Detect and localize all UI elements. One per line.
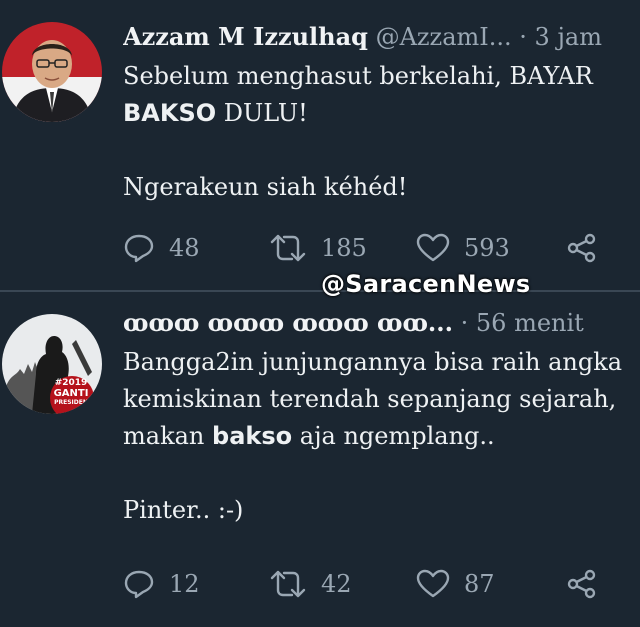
retweet-count: 185 <box>321 234 367 262</box>
bold-text: BAKSO <box>123 99 217 127</box>
timestamp[interactable]: 3 jam <box>535 23 602 51</box>
like-button[interactable]: 87 <box>416 569 495 599</box>
tweet-text: Bangga2in junjungannya bisa raih angka k… <box>123 344 636 529</box>
share-icon <box>567 569 596 599</box>
bold-text: bakso <box>212 422 293 450</box>
reply-count: 48 <box>169 234 200 262</box>
heart-icon <box>416 569 450 598</box>
retweet-button[interactable]: 185 <box>269 233 367 263</box>
tweet-header: Azzam M Izzulhaq @AzzamI... · 3 jam <box>123 22 632 51</box>
like-button[interactable]: 593 <box>416 233 510 263</box>
badge-year: #2019 <box>54 378 88 388</box>
tweet-line: Ngerakeun siah kéhéd! <box>123 173 408 201</box>
tweet-line: kemiskinan terendah sepanjang sejarah, <box>123 385 617 413</box>
text-span: DULU! <box>216 99 308 127</box>
display-name[interactable]: ꝏꝏꝏ ꝏꝏꝏ ꝏꝏꝏ ꝏꝏ... <box>123 308 453 337</box>
heart-icon <box>416 233 450 262</box>
tweet-line: BAKSO DULU! <box>123 95 636 132</box>
timestamp[interactable]: 56 menit <box>476 309 584 337</box>
tweet-text: Sebelum menghasut berkelahi, BAYAR BAKSO… <box>123 58 636 206</box>
tweet-header: ꝏꝏꝏ ꝏꝏꝏ ꝏꝏꝏ ꝏꝏ... · 56 menit <box>123 308 632 337</box>
tweet-actions: 48 185 593 <box>123 233 610 265</box>
share-button[interactable] <box>566 233 598 263</box>
tweet-1[interactable]: Azzam M Izzulhaq @AzzamI... · 3 jam Sebe… <box>0 0 640 290</box>
reply-button[interactable]: 12 <box>123 569 200 599</box>
tweet-line: makan bakso aja ngemplang.. <box>123 418 636 455</box>
retweet-count: 42 <box>321 570 352 598</box>
reply-icon <box>124 234 154 263</box>
retweet-icon <box>270 570 306 598</box>
reply-icon <box>124 570 154 599</box>
separator-dot: · <box>460 309 476 337</box>
share-icon <box>567 233 596 263</box>
separator-dot: · <box>519 23 535 51</box>
text-span: makan <box>123 422 213 450</box>
like-count: 87 <box>464 570 495 598</box>
display-name[interactable]: Azzam M Izzulhaq <box>123 22 368 51</box>
avatar[interactable]: #2019 GANTI PRESIDEN <box>2 314 102 414</box>
user-handle[interactable]: @AzzamI... <box>376 23 512 51</box>
avatar[interactable] <box>2 22 102 122</box>
reply-count: 12 <box>169 570 200 598</box>
tweet-line: Pinter.. :-) <box>123 496 244 524</box>
retweet-icon <box>270 234 306 262</box>
retweet-button[interactable]: 42 <box>269 569 352 599</box>
tweet-line: Bangga2in junjungannya bisa raih angka <box>123 348 623 376</box>
tweet-line: Sebelum menghasut berkelahi, BAYAR <box>123 62 593 90</box>
avatar-badge: #2019 GANTI PRESIDEN <box>51 378 91 406</box>
tweet-actions: 12 42 87 <box>123 569 610 601</box>
text-span: aja ngemplang.. <box>292 422 495 450</box>
avatar-photo <box>2 22 102 122</box>
reply-button[interactable]: 48 <box>123 233 200 263</box>
tweet-2[interactable]: #2019 GANTI PRESIDEN ꝏꝏꝏ ꝏꝏꝏ ꝏꝏꝏ ꝏꝏ... ·… <box>0 292 640 627</box>
badge-line2: PRESIDEN <box>54 399 88 406</box>
badge-line1: GANTI <box>53 388 89 399</box>
share-button[interactable] <box>566 569 598 599</box>
like-count: 593 <box>464 234 510 262</box>
